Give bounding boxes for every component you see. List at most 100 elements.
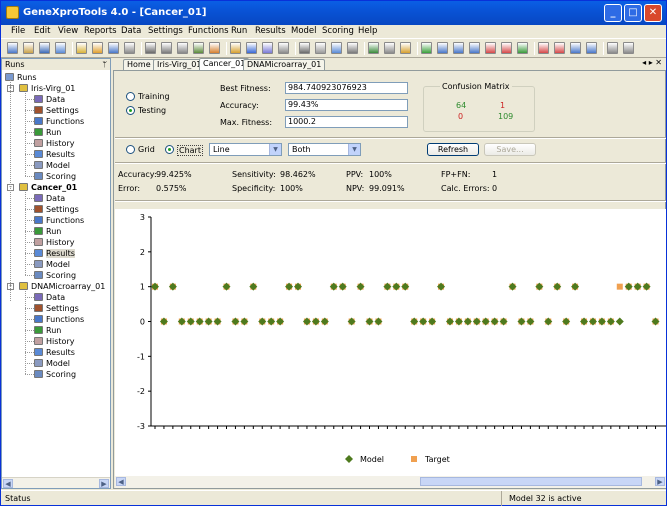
scroll-right-icon[interactable]: ▶ [99,479,109,488]
scroll-thumb[interactable] [420,477,642,486]
tree-item-run[interactable]: Run [34,226,61,237]
toolbar-button-icon[interactable] [607,42,618,54]
tree-run-dnamicroarray-01[interactable]: DNAMicroarray_01 [19,281,105,292]
toolbar-button-icon[interactable] [485,42,496,54]
grid-radio[interactable] [126,145,135,154]
refresh-button[interactable]: Refresh [427,143,479,156]
minimize-button[interactable]: _ [604,4,622,22]
toolbar-button-icon[interactable] [7,42,18,54]
maximize-button[interactable]: □ [624,4,642,22]
toolbar-button-icon[interactable] [177,42,188,54]
toolbar-button-icon[interactable] [469,42,480,54]
toolbar-button-icon[interactable] [554,42,565,54]
toolbar-button-icon[interactable] [246,42,257,54]
pin-icon[interactable]: ᛘ [102,59,107,70]
tab-home[interactable]: Home [123,59,155,70]
tree-run-cancer-01[interactable]: Cancer_01 [19,182,77,193]
scroll-right-icon[interactable]: ▶ [655,477,665,486]
menu-results[interactable]: Results [255,26,286,36]
tree-item-run[interactable]: Run [34,127,61,138]
toolbar-button-icon[interactable] [161,42,172,54]
testing-radio[interactable] [126,106,135,115]
tree-item-history[interactable]: History [34,336,74,347]
tree-run-iris-virg-01[interactable]: Iris-Virg_01 [19,83,75,94]
title-bar[interactable]: GeneXproTools 4.0 - [Cancer_01] _ □ ✕ [1,1,666,25]
toolbar-button-icon[interactable] [315,42,326,54]
runs-panel-scrollbar[interactable]: ◀ ▶ [2,477,110,488]
tab-iris-virg[interactable]: Iris-Virg_01 [153,59,206,70]
tree-item-scoring[interactable]: Scoring [34,270,76,281]
toolbar-button-icon[interactable] [501,42,512,54]
toolbar-button-icon[interactable] [453,42,464,54]
toolbar-button-icon[interactable] [570,42,581,54]
toolbar-button-icon[interactable] [538,42,549,54]
toolbar-button-icon[interactable] [209,42,220,54]
tree-item-run[interactable]: Run [34,325,61,336]
tree-item-settings[interactable]: Settings [34,105,79,116]
tab-cancer[interactable]: Cancer_01 [199,58,250,70]
menu-functions[interactable]: Functions [188,26,229,36]
tree-item-data[interactable]: Data [34,193,65,204]
toolbar-button-icon[interactable] [437,42,448,54]
toolbar-button-icon[interactable] [384,42,395,54]
menu-data[interactable]: Data [121,26,141,36]
tab-dnamicroarray[interactable]: DNAMicroarray_01 [243,59,326,70]
tree-item-functions[interactable]: Functions [34,116,84,127]
menu-reports[interactable]: Reports [84,26,117,36]
menu-run[interactable]: Run [231,26,247,36]
toolbar-button-icon[interactable] [262,42,273,54]
chart-type-select[interactable]: Line ▼ [209,143,282,156]
toolbar-button-icon[interactable] [92,42,103,54]
tree-item-results[interactable]: Results [34,248,75,259]
toolbar-button-icon[interactable] [124,42,135,54]
tree-item-history[interactable]: History [34,237,74,248]
save-button[interactable]: Save... [484,143,536,156]
tree-item-results[interactable]: Results [34,347,75,358]
toolbar-button-icon[interactable] [278,42,289,54]
tree-item-scoring[interactable]: Scoring [34,171,76,182]
toolbar-button-icon[interactable] [586,42,597,54]
toolbar-button-icon[interactable] [39,42,50,54]
close-button[interactable]: ✕ [644,4,662,22]
tree-item-functions[interactable]: Functions [34,314,84,325]
menu-edit[interactable]: Edit [34,26,50,36]
menu-view[interactable]: View [58,26,78,36]
chevron-down-icon[interactable]: ▼ [269,144,281,155]
menu-scoring[interactable]: Scoring [322,26,354,36]
chevron-down-icon[interactable]: ▼ [348,144,360,155]
chart-radio[interactable] [165,145,174,154]
toolbar-button-icon[interactable] [400,42,411,54]
toolbar-button-icon[interactable] [193,42,204,54]
tree-item-settings[interactable]: Settings [34,303,79,314]
training-radio[interactable] [126,92,135,101]
menu-file[interactable]: File [11,26,25,36]
tree-item-data[interactable]: Data [34,292,65,303]
tree-item-history[interactable]: History [34,138,74,149]
toolbar-button-icon[interactable] [145,42,156,54]
tree-item-settings[interactable]: Settings [34,204,79,215]
toolbar-button-icon[interactable] [623,42,634,54]
menu-model[interactable]: Model [291,26,317,36]
series-select[interactable]: Both ▼ [288,143,361,156]
menu-help[interactable]: Help [358,26,377,36]
toolbar-button-icon[interactable] [76,42,87,54]
tree-item-model[interactable]: Model [34,358,70,369]
toolbar-button-icon[interactable] [368,42,379,54]
toolbar-button-icon[interactable] [347,42,358,54]
tree-item-model[interactable]: Model [34,160,70,171]
toolbar-button-icon[interactable] [421,42,432,54]
chart-scrollbar[interactable]: ◀ ▶ [115,476,666,488]
toolbar-button-icon[interactable] [108,42,119,54]
tree-item-scoring[interactable]: Scoring [34,369,76,380]
tree-item-model[interactable]: Model [34,259,70,270]
toolbar-button-icon[interactable] [55,42,66,54]
toolbar-button-icon[interactable] [230,42,241,54]
tab-navigation[interactable]: ◂ ▸ ✕ [642,58,662,67]
scroll-left-icon[interactable]: ◀ [116,477,126,486]
toolbar-button-icon[interactable] [517,42,528,54]
toolbar-button-icon[interactable] [23,42,34,54]
toolbar-button-icon[interactable] [299,42,310,54]
tree-item-results[interactable]: Results [34,149,75,160]
tree-item-data[interactable]: Data [34,94,65,105]
menu-settings[interactable]: Settings [148,26,183,36]
